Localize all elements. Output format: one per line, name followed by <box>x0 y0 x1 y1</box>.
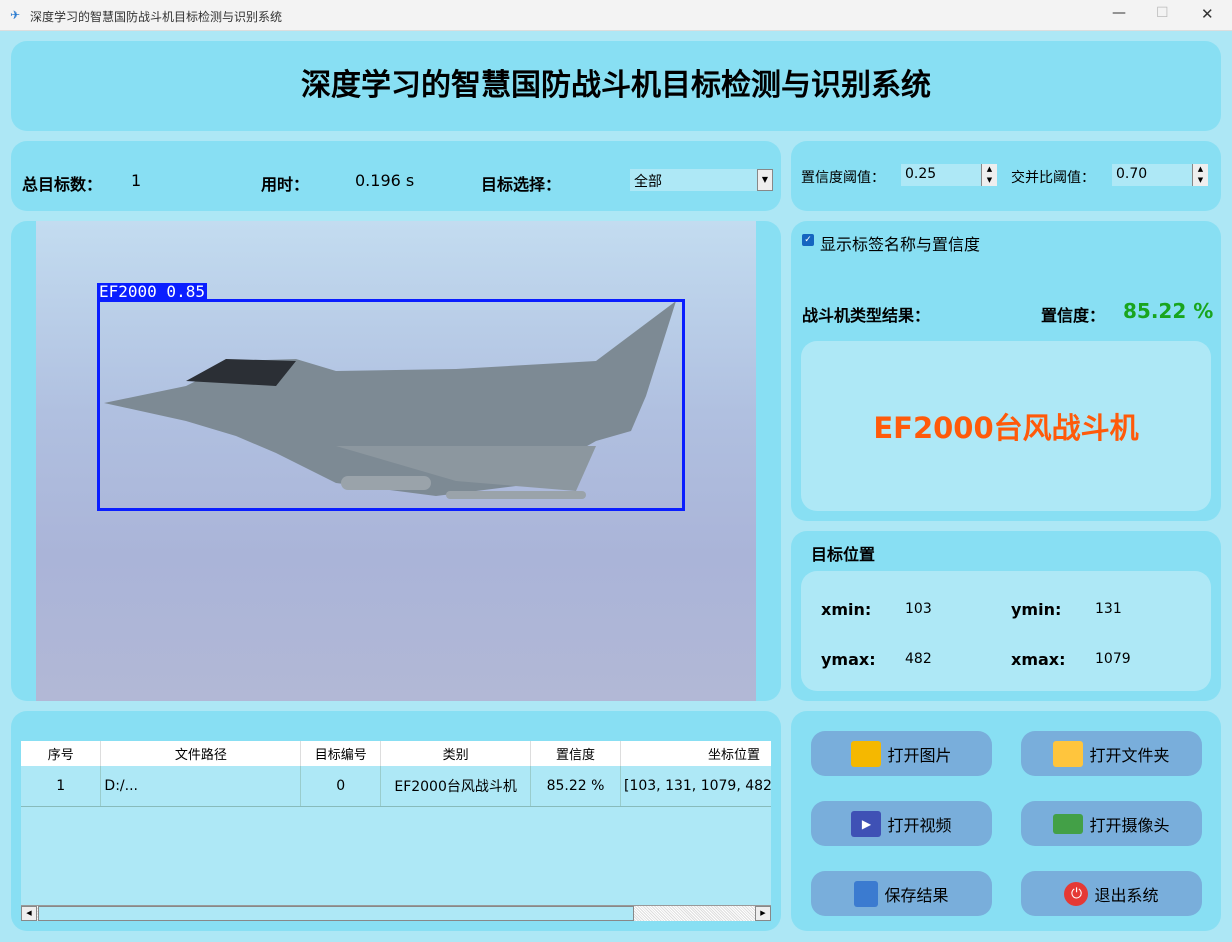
save-icon <box>854 880 879 907</box>
position-title: 目标位置 <box>811 545 876 564</box>
open-video-label: 打开视频 <box>887 815 952 835</box>
xmax-label: xmax: <box>1011 650 1066 669</box>
conf-threshold-label: 置信度阈值： <box>801 170 885 186</box>
ymax-value: 482 <box>905 651 932 667</box>
close-button[interactable]: ✕ <box>1201 5 1214 23</box>
iou-threshold-spinbox[interactable]: 0.70 ▲ ▼ <box>1112 164 1208 186</box>
column-header[interactable]: 坐标位置 <box>620 741 771 766</box>
save-results-button[interactable]: 保存结果 <box>811 871 992 916</box>
result-panel: ✓ 显示标签名称与置信度 战斗机类型结果： 置信度： 85.22 % EF200… <box>791 221 1221 521</box>
time-value: 0.196 s <box>355 171 415 190</box>
window-title: 深度学习的智慧国防战斗机目标检测与识别系统 <box>30 10 283 24</box>
app-icon: ✈ <box>10 8 21 22</box>
position-panel: 目标位置 xmin: 103 ymin: 131 ymax: 482 xmax:… <box>791 531 1221 701</box>
table-row[interactable]: 1 D:/... 0 EF2000台风战斗机 85.22 % [103, 131… <box>21 766 771 807</box>
cell-index: 1 <box>21 766 102 807</box>
bounding-box <box>97 299 685 511</box>
image-icon <box>851 740 882 767</box>
page-title: 深度学习的智慧国防战斗机目标检测与识别系统 <box>301 68 931 103</box>
xmin-value: 103 <box>905 601 932 617</box>
time-label: 用时： <box>261 175 310 194</box>
open-video-button[interactable]: ▶ 打开视频 <box>811 801 992 846</box>
iou-threshold-label: 交并比阈值： <box>1011 170 1095 186</box>
save-label: 保存结果 <box>884 885 949 905</box>
class-name: EF2000台风战斗机 <box>873 411 1139 445</box>
open-image-button[interactable]: 打开图片 <box>811 731 992 776</box>
confidence-label: 置信度： <box>1041 306 1106 325</box>
open-folder-button[interactable]: 打开文件夹 <box>1021 731 1202 776</box>
horizontal-scrollbar[interactable]: ◀ ▶ <box>21 905 771 921</box>
stats-panel: 总目标数： 1 用时： 0.196 s 目标选择： 全部 ▼ <box>11 141 781 211</box>
ymin-label: ymin: <box>1011 600 1062 619</box>
open-camera-label: 打开摄像头 <box>1089 815 1170 835</box>
video-icon: ▶ <box>851 810 882 837</box>
confidence-value: 85.22 % <box>1123 299 1214 323</box>
scroll-left-icon[interactable]: ◀ <box>21 906 37 921</box>
minimize-button[interactable]: — <box>1112 5 1126 21</box>
ymin-value: 131 <box>1095 601 1122 617</box>
total-label: 总目标数： <box>22 175 103 194</box>
total-value: 1 <box>131 171 142 190</box>
title-bar: ✈ 深度学习的智慧国防战斗机目标检测与识别系统 — ☐ ✕ <box>0 0 1232 31</box>
table-panel: 序号 文件路径 目标编号 类别 置信度 坐标位置 1 D:/... 0 EF20… <box>11 711 781 931</box>
column-header[interactable]: 置信度 <box>530 741 621 766</box>
fighter-type-label: 战斗机类型结果： <box>802 306 931 325</box>
position-card: xmin: 103 ymin: 131 ymax: 482 xmax: 1079 <box>801 571 1211 691</box>
conf-threshold-value: 0.25 <box>905 166 937 182</box>
select-label: 目标选择： <box>481 175 562 194</box>
cell-confidence: 85.22 % <box>530 766 621 807</box>
column-header[interactable]: 类别 <box>380 741 532 766</box>
image-panel: EF2000 0.85 <box>11 221 781 701</box>
target-select-value: 全部 <box>634 174 662 190</box>
open-image-label: 打开图片 <box>887 745 952 765</box>
xmax-value: 1079 <box>1095 651 1131 667</box>
ymax-label: ymax: <box>821 650 876 669</box>
show-labels-label: 显示标签名称与置信度 <box>820 235 981 254</box>
bounding-box-label: EF2000 0.85 <box>97 282 207 301</box>
cell-target-id: 0 <box>300 766 382 807</box>
xmin-label: xmin: <box>821 600 872 619</box>
spin-arrows-icon[interactable]: ▲ ▼ <box>981 164 997 186</box>
column-header[interactable]: 序号 <box>21 741 102 766</box>
results-table[interactable]: 序号 文件路径 目标编号 类别 置信度 坐标位置 1 D:/... 0 EF20… <box>21 741 771 921</box>
scrollbar-thumb[interactable] <box>38 906 634 921</box>
open-folder-label: 打开文件夹 <box>1089 745 1170 765</box>
camera-icon <box>1053 813 1084 834</box>
table-header: 序号 文件路径 目标编号 类别 置信度 坐标位置 <box>21 741 771 766</box>
folder-icon <box>1053 740 1084 767</box>
header-panel: 深度学习的智慧国防战斗机目标检测与识别系统 <box>11 41 1221 131</box>
cell-path: D:/... <box>100 766 302 807</box>
cell-class: EF2000台风战斗机 <box>380 766 532 807</box>
conf-threshold-spinbox[interactable]: 0.25 ▲ ▼ <box>901 164 997 186</box>
show-labels-checkbox[interactable]: ✓ <box>802 234 814 246</box>
maximize-button[interactable]: ☐ <box>1156 5 1169 21</box>
class-result-card: EF2000台风战斗机 <box>801 341 1211 511</box>
column-header[interactable]: 目标编号 <box>300 741 382 766</box>
buttons-panel: 打开图片 打开文件夹 ▶ 打开视频 打开摄像头 保存结果 ⏻ 退出系统 <box>791 711 1221 931</box>
exit-system-button[interactable]: ⏻ 退出系统 <box>1021 871 1202 916</box>
scroll-right-icon[interactable]: ▶ <box>755 906 771 921</box>
iou-threshold-value: 0.70 <box>1116 166 1148 182</box>
target-select[interactable]: 全部 ▼ <box>630 169 773 191</box>
exit-label: 退出系统 <box>1094 885 1159 905</box>
chevron-down-icon[interactable]: ▼ <box>757 169 773 191</box>
open-camera-button[interactable]: 打开摄像头 <box>1021 801 1202 846</box>
power-icon: ⏻ <box>1064 881 1089 906</box>
spin-arrows-icon[interactable]: ▲ ▼ <box>1192 164 1208 186</box>
cell-coordinates: [103, 131, 1079, 482] <box>620 766 771 807</box>
params-panel: 置信度阈值： 0.25 ▲ ▼ 交并比阈值： 0.70 ▲ ▼ <box>791 141 1221 211</box>
detection-image: EF2000 0.85 <box>36 221 756 701</box>
column-header[interactable]: 文件路径 <box>100 741 302 766</box>
